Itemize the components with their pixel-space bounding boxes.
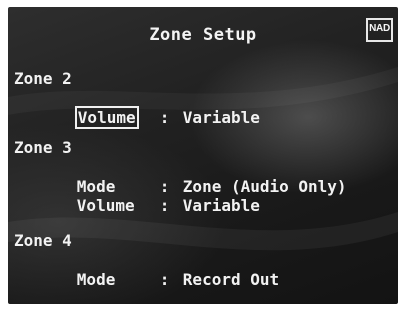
separator: : [159,177,170,196]
zone-3-volume-value: Variable [182,196,260,215]
zone-4-mode-row[interactable]: Mode: Record Out [14,251,279,289]
separator: : [159,196,170,215]
zone-4-mode-value: Record Out [182,270,280,289]
zone-3-mode-value: Zone (Audio Only) [182,177,347,196]
separator: : [159,270,170,289]
zone-3-mode-label[interactable]: Mode [77,177,116,196]
zone-2-volume-value: Variable [182,108,260,127]
page-title: Zone Setup [149,25,257,45]
zone-3-volume-label[interactable]: Volume [77,196,135,215]
zone-3-mode-row[interactable]: Mode: Zone (Audio Only) [14,158,347,196]
separator: : [159,108,170,127]
zone-2-volume-label[interactable]: Volume [74,106,139,129]
nad-logo: NAD [366,18,393,42]
zone-4-heading: Zone 4 [14,231,72,250]
zone-3-section: Zone 3 Mode: Zone (Audio Only) Volume: Var… [14,138,347,215]
zone-3-heading: Zone 3 [14,138,72,157]
zone-2-volume-row[interactable]: Volume: Variable [14,89,260,129]
zone-4-section: Zone 4 Mode: Record Out [14,231,279,289]
zone-2-heading: Zone 2 [14,69,72,88]
zone-4-mode-label[interactable]: Mode [77,270,116,289]
zone-setup-screen: Zone Setup NAD Zone 2 Volume: Variable Zo… [8,7,398,304]
zone-2-section: Zone 2 Volume: Variable [14,69,260,129]
